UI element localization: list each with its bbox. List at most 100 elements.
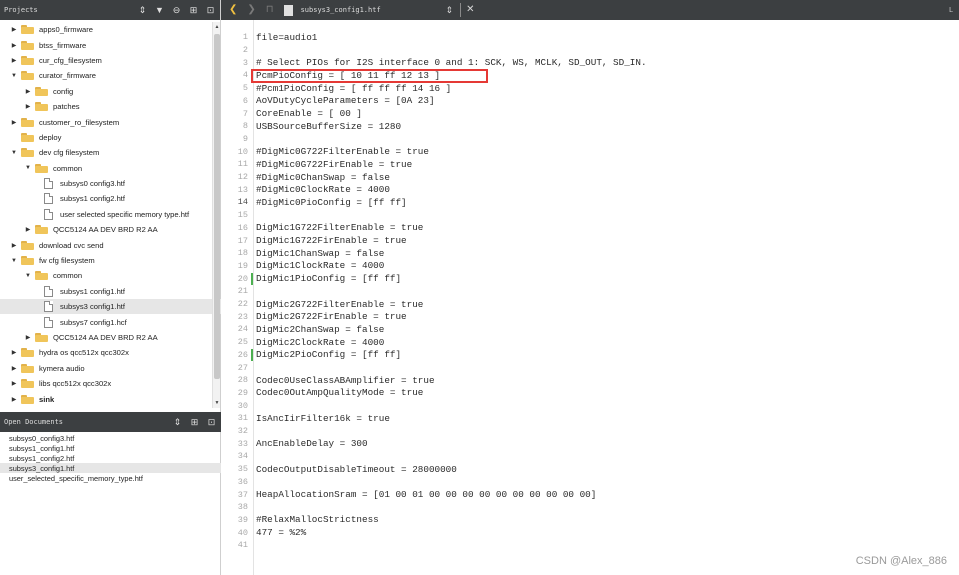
chevron-right-icon[interactable]: ▶: [24, 87, 32, 95]
code-line[interactable]: 25 DigMic2ClockRate = 4000: [221, 336, 385, 349]
forward-arrow-icon[interactable]: ❯: [247, 5, 255, 15]
tree-file-item[interactable]: user selected specific memory type.htf: [0, 207, 221, 222]
code-text[interactable]: AncEnableDelay = 300: [256, 438, 368, 449]
code-line[interactable]: 4 PcmPioConfig = [ 10 11 ff 12 13 ]: [221, 69, 440, 82]
code-line[interactable]: 6 AoVDutyCycleParameters = [0A 23]: [221, 95, 435, 108]
chevron-down-icon[interactable]: ▼: [10, 257, 18, 265]
code-line[interactable]: 5 #Pcm1PioConfig = [ ff ff ff 14 16 ]: [221, 82, 451, 95]
code-line[interactable]: 11 #DigMic0G722FirEnable = true: [221, 158, 412, 171]
tree-folder-item[interactable]: ▶ libs qcc512x qcc302x: [0, 376, 221, 391]
code-text[interactable]: USBSourceBufferSize = 1280: [256, 121, 401, 132]
split-add-icon[interactable]: ⊞: [189, 417, 200, 428]
code-line[interactable]: 26 DigMic2PioConfig = [ff ff]: [221, 348, 401, 362]
code-line[interactable]: 1 file=audio1: [221, 31, 317, 44]
back-arrow-icon[interactable]: ❮: [229, 5, 237, 15]
code-line[interactable]: 3 # Select PIOs for I2S interface 0 and 1…: [221, 56, 647, 69]
code-text[interactable]: CoreEnable = [ 00 ]: [256, 108, 362, 119]
tree-folder-item[interactable]: ▶ QCC5124 AA DEV BRD R2 AA: [0, 330, 221, 345]
tree-folder-item[interactable]: ▶ patches: [0, 99, 221, 114]
chevron-down-icon[interactable]: ▼: [10, 72, 18, 80]
tree-folder-item[interactable]: ▶ sink: [0, 391, 221, 406]
code-text[interactable]: PcmPioConfig = [ 10 11 ff 12 13 ]: [256, 70, 440, 81]
chevron-right-icon[interactable]: ▶: [10, 395, 18, 403]
code-text[interactable]: CodecOutputDisableTimeout = 28000000: [256, 464, 457, 475]
code-line[interactable]: 40 477 = %2%: [221, 526, 306, 539]
close-pane-icon[interactable]: ⊡: [205, 5, 216, 16]
code-line[interactable]: 23 DigMic2G722FirEnable = true: [221, 310, 407, 323]
code-line[interactable]: 13 #DigMic0ClockRate = 4000: [221, 183, 390, 196]
code-line[interactable]: 33 AncEnableDelay = 300: [221, 437, 368, 450]
code-line[interactable]: 9: [221, 133, 256, 146]
code-text[interactable]: DigMic1ClockRate = 4000: [256, 260, 384, 271]
code-line[interactable]: 10 #DigMic0G722FilterEnable = true: [221, 145, 429, 158]
tree-file-item[interactable]: subsys1 config2.htf: [0, 191, 221, 206]
code-text[interactable]: #RelaxMallocStrictness: [256, 514, 379, 525]
tree-folder-item[interactable]: ▼ dev cfg filesystem: [0, 145, 221, 160]
tree-folder-item[interactable]: ▶ kymera audio: [0, 361, 221, 376]
code-line[interactable]: 7 CoreEnable = [ 00 ]: [221, 107, 362, 120]
current-file-name[interactable]: subsys3_config1.htf: [301, 6, 446, 14]
open-document-item[interactable]: subsys1_config1.htf: [0, 443, 221, 453]
chevron-right-icon[interactable]: ▶: [10, 26, 18, 34]
tree-folder-item[interactable]: deploy: [0, 130, 221, 145]
code-text[interactable]: DigMic1G722FirEnable = true: [256, 235, 407, 246]
code-text[interactable]: 477 = %2%: [256, 527, 306, 538]
tree-folder-item[interactable]: ▶ hydra os qcc512x qcc302x: [0, 345, 221, 360]
code-text[interactable]: #DigMic0G722FirEnable = true: [256, 159, 412, 170]
code-line[interactable]: 28 Codec0UseClassABAmplifier = true: [221, 374, 435, 387]
code-line[interactable]: 14 #DigMic0PioConfig = [ff ff]: [221, 196, 407, 209]
code-line[interactable]: 18 DigMic1ChanSwap = false: [221, 247, 385, 260]
tree-folder-item[interactable]: ▶ QCC5124 AA DEV BRD R2 AA: [0, 222, 221, 237]
code-text[interactable]: DigMic2ClockRate = 4000: [256, 337, 384, 348]
close-file-icon[interactable]: ✕: [466, 5, 474, 15]
code-line[interactable]: 39 #RelaxMallocStrictness: [221, 514, 379, 527]
link-icon[interactable]: ⊖: [171, 5, 182, 16]
tree-file-item[interactable]: subsys0 config3.htf: [0, 176, 221, 191]
code-text[interactable]: Codec0UseClassABAmplifier = true: [256, 375, 435, 386]
scroll-thumb[interactable]: [214, 34, 220, 379]
chevron-right-icon[interactable]: ▶: [10, 118, 18, 126]
code-line[interactable]: 35 CodecOutputDisableTimeout = 28000000: [221, 463, 457, 476]
code-text[interactable]: DigMic2PioConfig = [ff ff]: [256, 349, 401, 360]
code-line[interactable]: 29 Codec0OutAmpQualityMode = true: [221, 387, 424, 400]
code-line[interactable]: 24 DigMic2ChanSwap = false: [221, 323, 385, 336]
code-line[interactable]: 15: [221, 209, 256, 222]
code-text[interactable]: DigMic2G722FilterEnable = true: [256, 299, 423, 310]
scroll-down-icon[interactable]: ▼: [213, 399, 221, 407]
chevron-right-icon[interactable]: ▶: [10, 364, 18, 372]
chevron-right-icon[interactable]: ▶: [24, 226, 32, 234]
tree-folder-item[interactable]: ▼ curator_firmware: [0, 68, 221, 83]
tree-folder-item[interactable]: ▼ common: [0, 268, 221, 283]
code-line[interactable]: 20 DigMic1PioConfig = [ff ff]: [221, 272, 401, 285]
code-line[interactable]: 41: [221, 539, 256, 552]
code-line[interactable]: 32: [221, 425, 256, 438]
code-line[interactable]: 27: [221, 361, 256, 374]
code-text[interactable]: # Select PIOs for I2S interface 0 and 1:…: [256, 57, 647, 68]
chevron-down-icon[interactable]: ▼: [24, 272, 32, 280]
chevron-right-icon[interactable]: ▶: [10, 380, 18, 388]
tree-folder-item[interactable]: ▼ fw cfg filesystem: [0, 253, 221, 268]
scroll-up-icon[interactable]: ▲: [213, 23, 221, 31]
code-text[interactable]: DigMic2ChanSwap = false: [256, 324, 384, 335]
filter-icon[interactable]: ▼: [154, 5, 165, 16]
code-line[interactable]: 12 #DigMic0ChanSwap = false: [221, 171, 390, 184]
file-switch-icon[interactable]: ⇕: [446, 5, 454, 15]
code-text[interactable]: IsAncIirFilter16k = true: [256, 413, 390, 424]
code-line[interactable]: 31 IsAncIirFilter16k = true: [221, 412, 390, 425]
close-pane-icon[interactable]: ⊡: [206, 417, 217, 428]
tree-file-item[interactable]: subsys7 config1.hcf: [0, 314, 221, 329]
code-line[interactable]: 30: [221, 399, 256, 412]
tree-file-item[interactable]: subsys3 config1.htf: [0, 299, 221, 315]
tree-folder-item[interactable]: ▼ common: [0, 161, 221, 176]
tree-folder-item[interactable]: ▶ btss_firmware: [0, 37, 221, 52]
code-line[interactable]: 2: [221, 44, 256, 57]
code-text[interactable]: #DigMic0ChanSwap = false: [256, 172, 390, 183]
code-line[interactable]: 37 HeapAllocationSram = [01 00 01 00 00 0…: [221, 488, 597, 501]
code-text[interactable]: #DigMic0PioConfig = [ff ff]: [256, 197, 407, 208]
tree-folder-item[interactable]: ▶ customer_ro_filesystem: [0, 114, 221, 129]
code-line[interactable]: 34: [221, 450, 256, 463]
open-document-item[interactable]: subsys3_config1.htf: [0, 463, 221, 473]
sort-updown-icon[interactable]: ⇕: [172, 417, 183, 428]
code-text[interactable]: DigMic2G722FirEnable = true: [256, 311, 407, 322]
code-line[interactable]: 8 USBSourceBufferSize = 1280: [221, 120, 401, 133]
